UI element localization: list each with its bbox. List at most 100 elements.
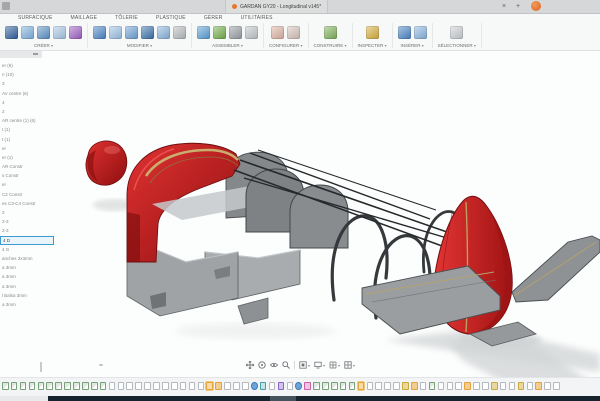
ribbon-group-label[interactable]: MODIFIER ▾ <box>127 43 152 48</box>
insert-derive-icon[interactable] <box>398 26 411 39</box>
patch-surface-icon[interactable] <box>21 26 34 39</box>
configuration-table-icon[interactable] <box>287 26 300 39</box>
motion-link-icon[interactable] <box>245 26 258 39</box>
ribbon-tab-tôlerie[interactable]: TÔLERIE <box>115 15 138 23</box>
ribbon-group-label[interactable]: SÉLECTIONNER ▾ <box>438 43 476 48</box>
timeline-feature-icon-bl[interactable] <box>295 382 302 390</box>
timeline-feature-icon-pl[interactable] <box>162 382 169 390</box>
timeline-feature-icon-pl[interactable] <box>375 382 382 390</box>
user-avatar[interactable] <box>531 1 541 11</box>
boundary-fill-icon[interactable] <box>53 26 66 39</box>
fit-icon[interactable]: ▾ <box>299 361 310 369</box>
timeline-feature-icon-sk[interactable] <box>340 382 347 390</box>
timeline-feature-icon-pl[interactable] <box>384 382 391 390</box>
timeline-feature-icon-pl[interactable] <box>109 382 116 390</box>
timeline-feature-icon-pl[interactable] <box>420 382 427 390</box>
timeline-feature-icon-pl[interactable] <box>269 382 276 390</box>
ribbon-group-label[interactable]: ASSEMBLER ▾ <box>212 43 243 48</box>
timeline-feature-icon-sel[interactable] <box>358 382 365 390</box>
timeline-feature-icon-sk[interactable] <box>29 382 36 390</box>
timeline-feature-icon-pl[interactable] <box>367 382 374 390</box>
timeline-feature-icon-sk[interactable] <box>11 382 18 390</box>
timeline-feature-icon-sk[interactable] <box>313 382 320 390</box>
timeline-feature-icon-pl[interactable] <box>153 382 160 390</box>
timeline-feature-icon-pl[interactable] <box>242 382 249 390</box>
timeline-feature-icon-pl[interactable] <box>224 382 231 390</box>
press-pull-icon[interactable] <box>93 26 106 39</box>
shell-icon[interactable] <box>125 26 138 39</box>
timeline-feature-icon-tl[interactable] <box>260 382 267 390</box>
timeline-feature-icon-sk[interactable] <box>55 382 62 390</box>
revolve-surface-icon[interactable] <box>37 26 50 39</box>
timeline-feature-icon-pl[interactable] <box>118 382 125 390</box>
timeline-scroll-thumb[interactable] <box>270 396 296 401</box>
ribbon-group-label[interactable]: INSPECTER ▾ <box>358 43 387 48</box>
new-component-icon[interactable] <box>197 26 210 39</box>
timeline-feature-icon-sk[interactable] <box>429 382 436 390</box>
timeline-feature-icon-or[interactable] <box>464 382 471 390</box>
ribbon-group-label[interactable]: CRÉER ▾ <box>34 43 53 48</box>
timeline-feature-icon-sel[interactable] <box>206 382 213 390</box>
timeline-feature-icon-pl[interactable] <box>393 382 400 390</box>
measure-icon[interactable] <box>366 26 379 39</box>
timeline-feature-icon-sk[interactable] <box>100 382 107 390</box>
timeline-feature-icon-pl[interactable] <box>233 382 240 390</box>
timeline-feature-icon-sk[interactable] <box>73 382 80 390</box>
timeline-feature-icon-bl[interactable] <box>251 382 258 390</box>
document-tab[interactable]: GARDAN GY20 - Longitudinal v145* <box>225 0 328 13</box>
rigid-group-icon[interactable] <box>229 26 242 39</box>
create-mesh-icon[interactable] <box>69 26 82 39</box>
timeline-feature-icon-pl[interactable] <box>126 382 133 390</box>
orbit-icon[interactable] <box>258 361 266 369</box>
fillet-icon[interactable] <box>109 26 122 39</box>
pan-icon[interactable] <box>246 361 254 369</box>
timeline-feature-icon-pl[interactable] <box>544 382 551 390</box>
nose-cone[interactable] <box>86 141 127 185</box>
combine-icon[interactable] <box>141 26 154 39</box>
timeline-scroll-track[interactable] <box>48 396 600 401</box>
timeline-feature-icon-sk[interactable] <box>46 382 53 390</box>
ribbon-tab-utilitaires[interactable]: UTILITAIRES <box>241 15 273 23</box>
timeline-feature-icon-sk[interactable] <box>331 382 338 390</box>
look-at-icon[interactable] <box>270 361 278 369</box>
close-tab-button[interactable]: × <box>499 1 509 12</box>
timeline-feature-icon-pl[interactable] <box>553 382 560 390</box>
ribbon-tab-maillage[interactable]: MAILLAGE <box>71 15 98 23</box>
timeline-feature-icon-pu[interactable] <box>278 382 285 390</box>
timeline-feature-icon-pl[interactable] <box>455 382 462 390</box>
model-viewport[interactable] <box>0 51 600 396</box>
zoom-icon[interactable] <box>282 361 290 369</box>
ribbon-group-label[interactable]: CONFIGURER ▾ <box>269 43 303 48</box>
timeline-feature-icon-sk[interactable] <box>64 382 71 390</box>
timeline-feature-icon-sk[interactable] <box>38 382 45 390</box>
new-tab-button[interactable]: + <box>513 1 523 12</box>
timeline-feature-icon-pl[interactable] <box>509 382 516 390</box>
timeline-feature-icon-pl[interactable] <box>144 382 151 390</box>
viewports-icon[interactable]: ▾ <box>344 361 355 369</box>
create-form-icon[interactable] <box>5 26 18 39</box>
ribbon-tab-surfacique[interactable]: SURFACIQUE <box>18 15 53 23</box>
ribbon-group-label[interactable]: INSÉRER ▾ <box>400 43 423 48</box>
ribbon-tab-plastique[interactable]: PLASTIQUE <box>156 15 186 23</box>
timeline-feature-icon-or[interactable] <box>411 382 418 390</box>
timeline-feature-icon-sk[interactable] <box>2 382 9 390</box>
ribbon-tab-gérer[interactable]: GÉRER <box>204 15 223 23</box>
joint-icon[interactable] <box>213 26 226 39</box>
display-settings-icon[interactable]: ▾ <box>314 361 325 369</box>
timeline-feature-icon-pl[interactable] <box>189 382 196 390</box>
tail-assembly[interactable] <box>362 196 600 346</box>
mid-formers[interactable] <box>246 169 348 248</box>
timeline-feature-icon-pl[interactable] <box>473 382 480 390</box>
timeline-feature-icon-pl[interactable] <box>482 382 489 390</box>
construction-plane-icon[interactable] <box>324 26 337 39</box>
timeline-feature-icon-or[interactable] <box>215 382 222 390</box>
timeline-feature-icon-pl[interactable] <box>135 382 142 390</box>
ribbon-group-label[interactable]: CONSTRUIRE ▾ <box>314 43 347 48</box>
timeline-feature-icon-sk[interactable] <box>20 382 27 390</box>
move-copy-icon[interactable] <box>173 26 186 39</box>
timeline-feature-icon-pl[interactable] <box>198 382 205 390</box>
insert-image-icon[interactable] <box>414 26 427 39</box>
timeline-feature-icon-pl[interactable] <box>287 382 294 390</box>
timeline-feature-icon-pl[interactable] <box>438 382 445 390</box>
split-body-icon[interactable] <box>157 26 170 39</box>
